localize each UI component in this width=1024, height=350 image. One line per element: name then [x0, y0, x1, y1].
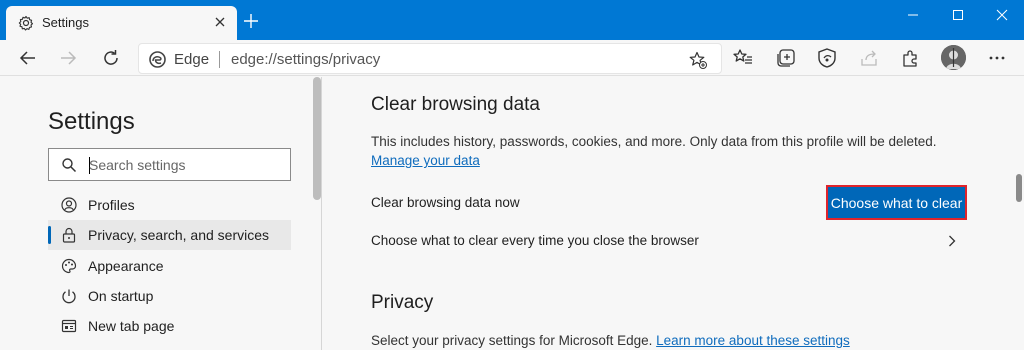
favorites-icon[interactable]: [731, 46, 755, 70]
privacy-description-row: Select your privacy settings for Microso…: [371, 333, 850, 348]
sidebar-scrollbar[interactable]: [313, 77, 321, 200]
settings-content: Clear browsing data This includes histor…: [323, 77, 1013, 350]
new-tab-page-icon: [61, 318, 77, 334]
search-box[interactable]: [48, 148, 291, 181]
page-scrollbar[interactable]: [1013, 77, 1024, 350]
url-text[interactable]: edge://settings/privacy: [231, 51, 380, 68]
sidebar-item-on-startup[interactable]: On startup: [48, 281, 291, 311]
sidebar-item-label: New tab page: [88, 318, 175, 334]
learn-more-link[interactable]: Learn more about these settings: [656, 333, 850, 348]
privacy-description: Select your privacy settings for Microso…: [371, 333, 653, 348]
sidebar-item-label: Appearance: [88, 258, 164, 274]
sidebar-title: Settings: [48, 108, 135, 135]
more-options-icon[interactable]: [985, 46, 1009, 70]
search-input[interactable]: [89, 155, 279, 175]
browser-essentials-icon[interactable]: [815, 46, 839, 70]
sidebar-item-label: Profiles: [88, 197, 135, 213]
profiles-icon: [61, 197, 77, 213]
gear-icon: [18, 15, 34, 31]
navigation-bar: Edge edge://settings/privacy: [0, 40, 1024, 76]
scrollbar-thumb[interactable]: [1016, 174, 1022, 202]
forward-icon[interactable]: [56, 46, 80, 70]
lock-icon: [61, 227, 77, 243]
close-tab-icon[interactable]: [212, 14, 228, 30]
site-label: Edge: [174, 51, 210, 68]
maximize-icon[interactable]: [936, 0, 980, 30]
back-icon[interactable]: [16, 46, 40, 70]
sidebar-item-new-tab-page[interactable]: New tab page: [48, 311, 291, 341]
tab-settings[interactable]: Settings: [6, 6, 237, 40]
choose-what-to-clear-button[interactable]: Choose what to clear: [826, 185, 967, 220]
collections-icon[interactable]: [774, 46, 798, 70]
share-icon[interactable]: [857, 46, 881, 70]
close-window-icon[interactable]: [980, 0, 1024, 30]
edge-logo-icon: [149, 51, 166, 68]
add-favorite-icon[interactable]: [688, 50, 708, 70]
clear-browsing-data-now-label: Clear browsing data now: [371, 195, 520, 210]
sidebar-item-label: Privacy, search, and services: [88, 227, 270, 243]
minimize-icon[interactable]: [891, 0, 935, 30]
clear-browsing-data-heading: Clear browsing data: [371, 94, 540, 115]
refresh-icon[interactable]: [99, 46, 123, 70]
privacy-heading: Privacy: [371, 292, 434, 313]
sidebar-item-appearance[interactable]: Appearance: [48, 251, 291, 281]
appearance-icon: [61, 258, 77, 274]
profile-avatar[interactable]: [941, 45, 966, 70]
sidebar-item-privacy[interactable]: Privacy, search, and services: [48, 220, 291, 250]
search-icon: [61, 157, 77, 173]
new-tab-icon[interactable]: [243, 13, 259, 29]
manage-your-data-link[interactable]: Manage your data: [371, 153, 480, 168]
button-label: Choose what to clear: [830, 194, 963, 211]
clear-browsing-data-description: This includes history, passwords, cookie…: [371, 134, 937, 149]
settings-sidebar: Settings Profiles Privacy, search, and s…: [0, 77, 322, 350]
sidebar-item-profiles[interactable]: Profiles: [48, 190, 291, 220]
address-divider: [219, 51, 220, 68]
chevron-right-icon[interactable]: [945, 234, 959, 248]
tab-title: Settings: [42, 15, 89, 30]
address-bar[interactable]: Edge edge://settings/privacy: [138, 43, 722, 74]
sidebar-item-label: On startup: [88, 288, 154, 304]
title-bar: Settings: [0, 0, 1024, 40]
clear-on-close-row[interactable]: Choose what to clear every time you clos…: [371, 233, 699, 248]
extensions-icon[interactable]: [898, 46, 922, 70]
power-icon: [61, 288, 77, 304]
